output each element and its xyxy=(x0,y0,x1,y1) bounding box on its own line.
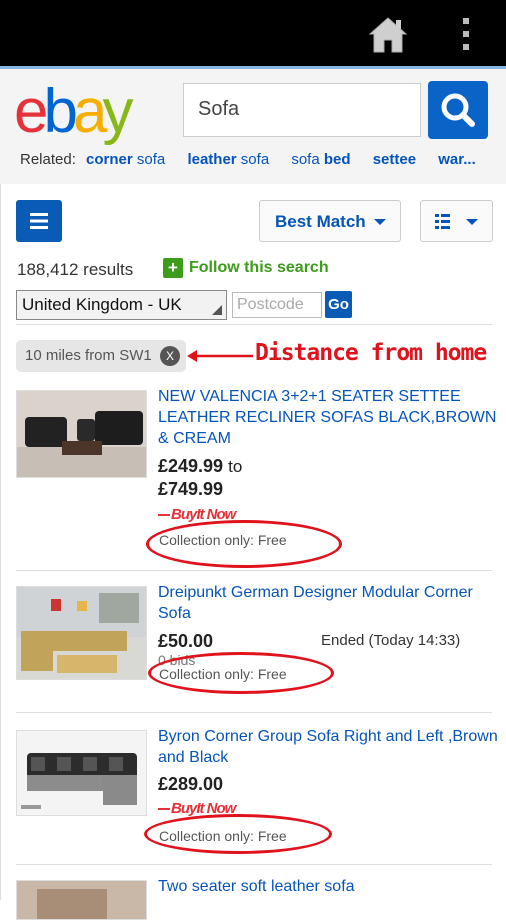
annotation-circle xyxy=(144,814,332,854)
country-select[interactable]: United Kingdom - UK xyxy=(16,290,227,320)
divider xyxy=(16,864,492,865)
sort-dropdown[interactable]: Best Match xyxy=(259,200,401,242)
item-title[interactable]: Two seater soft leather sofa xyxy=(158,876,498,897)
close-icon[interactable]: X xyxy=(160,346,180,366)
related-link-sofa-bed[interactable]: sofa bed xyxy=(291,151,350,168)
divider xyxy=(16,324,492,325)
divider xyxy=(16,712,492,713)
list-menu-button[interactable] xyxy=(16,200,62,242)
view-options-icon xyxy=(435,214,450,229)
results-panel: Best Match 188,412 results + Follow this… xyxy=(0,184,506,920)
item-title[interactable]: NEW VALENCIA 3+2+1 SEATER SETTEE LEATHER… xyxy=(158,386,498,449)
search-button[interactable] xyxy=(428,81,488,139)
divider xyxy=(16,570,492,571)
related-link-leather-sofa[interactable]: leather sofa xyxy=(187,151,269,168)
sofa-photo-icon xyxy=(17,391,146,477)
follow-search-link[interactable]: + Follow this search xyxy=(163,258,329,278)
header: ebay Sofa Related: corner sofa leather s… xyxy=(0,66,506,184)
ebay-logo[interactable]: ebay xyxy=(14,81,133,143)
plus-icon: + xyxy=(163,258,183,278)
sofa-photo-icon xyxy=(17,587,146,679)
overflow-menu-icon[interactable] xyxy=(456,14,476,54)
annotation-text: Distance from home xyxy=(255,340,487,366)
annotation-circle xyxy=(148,652,334,694)
item-title[interactable]: Dreipunkt German Designer Modular Corner… xyxy=(158,582,498,624)
postcode-input[interactable]: Postcode xyxy=(232,292,322,318)
item-price-max: £749.99 xyxy=(158,479,224,499)
item-thumbnail[interactable] xyxy=(16,390,147,478)
dropdown-corner-icon xyxy=(212,305,222,315)
distance-filter-chip[interactable]: 10 miles from SW1 X xyxy=(16,340,186,372)
chevron-down-icon xyxy=(374,219,386,225)
item-ended-status: Ended (Today 14:33) xyxy=(321,632,461,649)
country-value: United Kingdom - UK xyxy=(22,295,182,314)
sort-label: Best Match xyxy=(275,212,366,231)
item-title[interactable]: Byron Corner Group Sofa Right and Left ,… xyxy=(158,726,498,768)
sofa-photo-icon xyxy=(17,731,146,815)
related-link-settee[interactable]: settee xyxy=(373,151,416,168)
list-menu-icon xyxy=(30,213,48,229)
item-price: £289.00 xyxy=(158,774,224,794)
top-action-bar xyxy=(0,0,506,66)
result-count: 188,412 results xyxy=(17,260,134,279)
annotation-circle xyxy=(146,520,342,568)
related-link-more[interactable]: war... xyxy=(438,151,476,168)
related-label: Related: xyxy=(20,151,76,168)
item-thumbnail[interactable] xyxy=(16,586,147,680)
chip-label: 10 miles from SW1 xyxy=(25,347,152,364)
go-button[interactable]: Go xyxy=(325,291,352,318)
follow-label: Follow this search xyxy=(189,259,329,276)
related-searches: Related: corner sofa leather sofa sofa b… xyxy=(20,151,500,168)
item-thumbnail[interactable] xyxy=(16,880,147,920)
view-options-dropdown[interactable] xyxy=(420,200,493,242)
search-input[interactable]: Sofa xyxy=(183,83,421,137)
chevron-down-icon xyxy=(466,219,478,225)
related-link-corner-sofa[interactable]: corner sofa xyxy=(86,151,165,168)
home-icon[interactable] xyxy=(366,12,410,56)
item-price: £249.99 to xyxy=(158,456,243,476)
item-price: £50.00 xyxy=(158,631,214,651)
annotation-arrow-icon xyxy=(187,350,253,362)
item-thumbnail[interactable] xyxy=(16,730,147,816)
sofa-photo-icon xyxy=(17,881,146,919)
search-icon xyxy=(441,93,475,127)
